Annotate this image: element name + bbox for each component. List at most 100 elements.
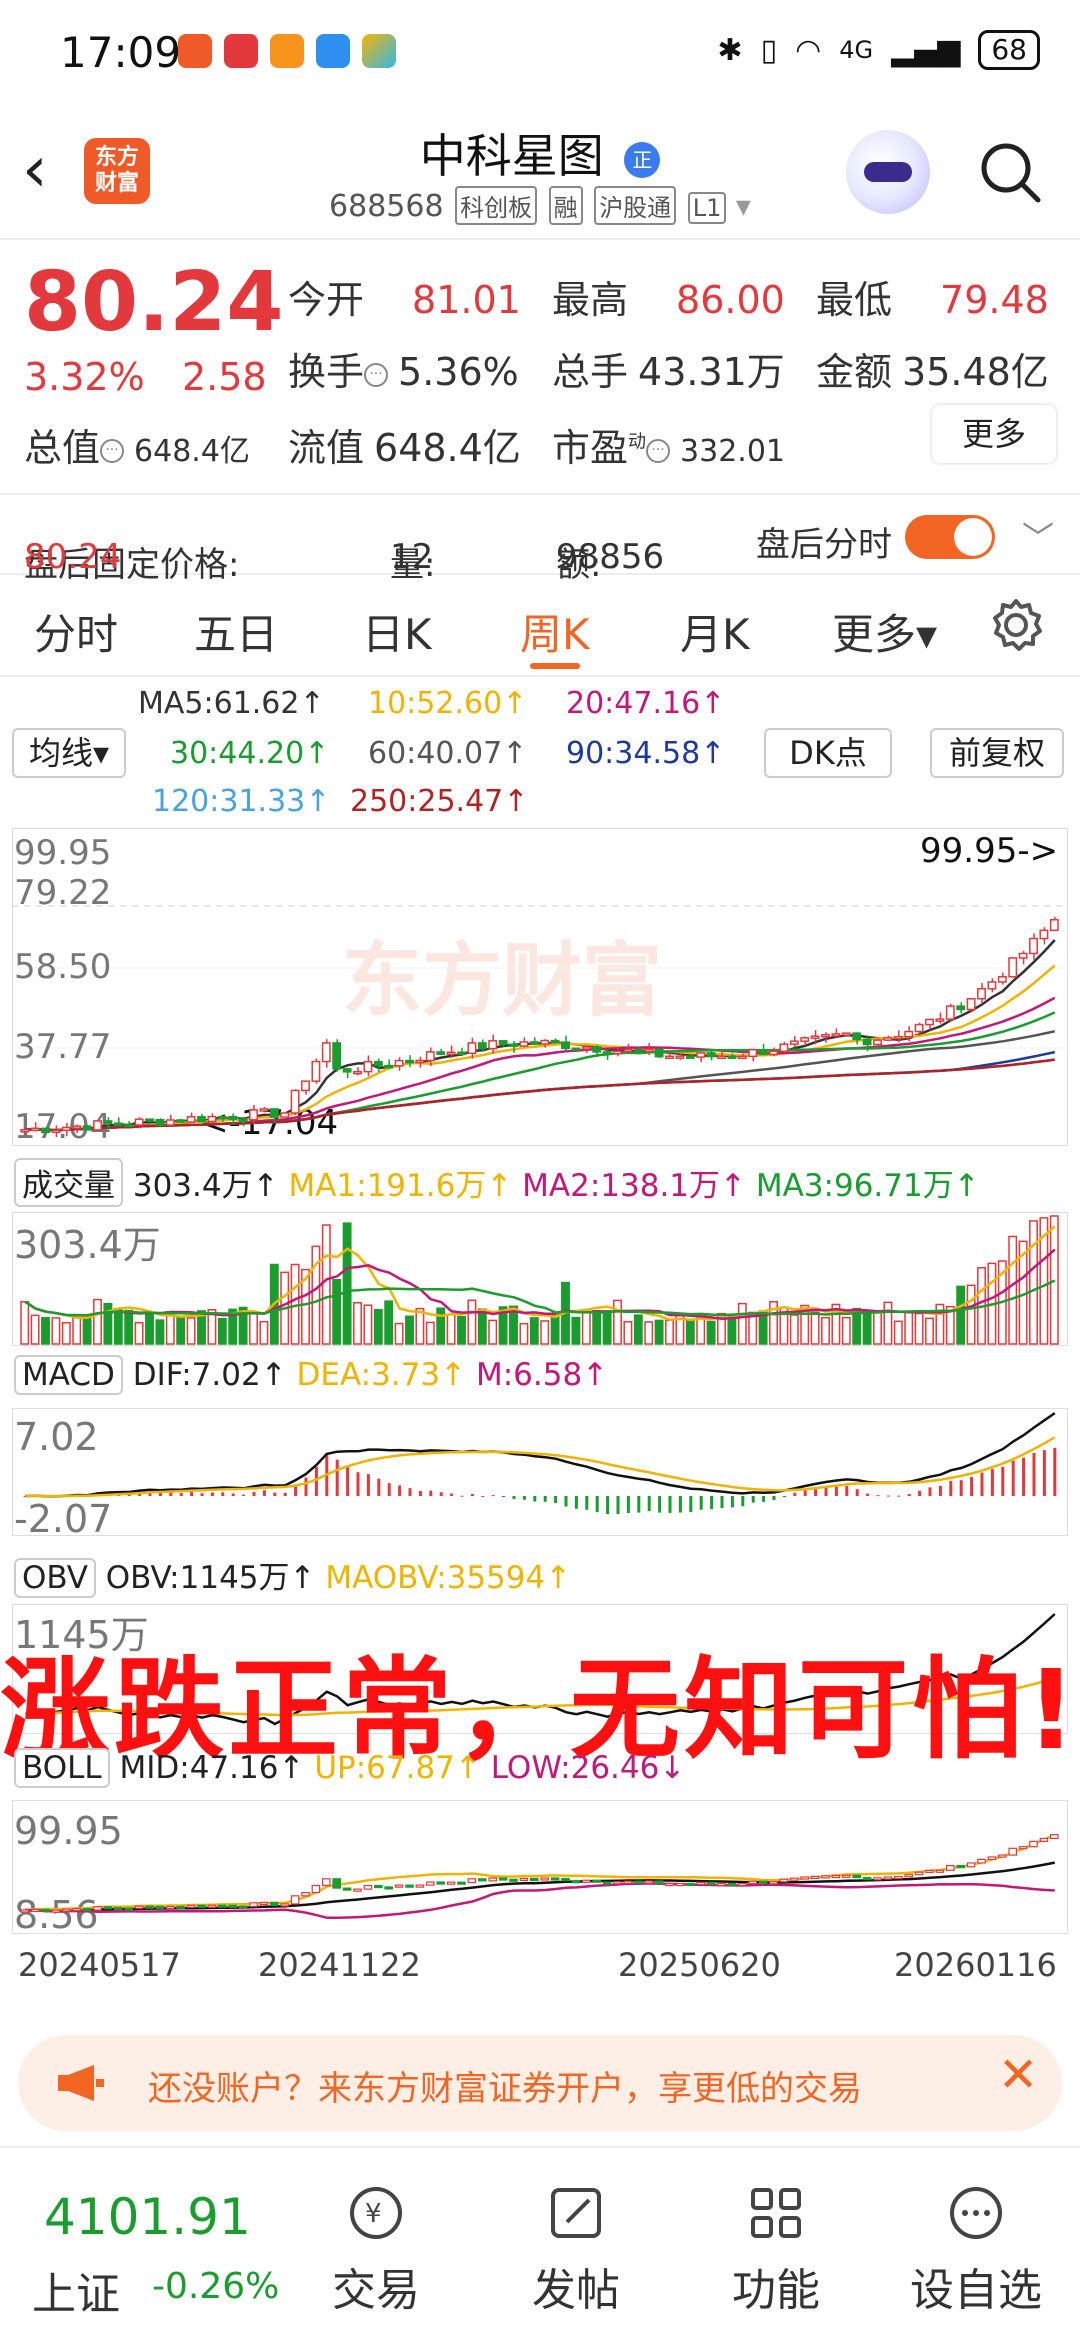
app-notification-icon (224, 34, 258, 68)
candle-body (1008, 957, 1018, 978)
boll-candle (405, 1884, 414, 1888)
tab-monthly-k[interactable]: 月K (680, 601, 750, 662)
macd-bar (990, 1469, 994, 1496)
status-right: ✱ ▯ ◠ 4G ▂▄▆ 68 (717, 30, 1040, 70)
candle-body (800, 1037, 810, 1042)
more-button[interactable]: 更多 (932, 405, 1056, 463)
volume-svg[interactable]: 303.4万 (11, 1211, 1069, 1347)
macd-bar (262, 1490, 266, 1496)
search-icon[interactable] (978, 140, 1042, 204)
macd-svg[interactable]: 7.02 -2.07 (11, 1407, 1069, 1541)
macd-bar (1022, 1457, 1026, 1496)
boll-candle (332, 1878, 342, 1889)
candle-body (61, 1126, 71, 1131)
nav-trade[interactable]: ¥ 交易 (306, 2182, 446, 2318)
macd-bar (585, 1496, 589, 1510)
nav-functions[interactable]: 功能 (706, 2182, 846, 2318)
dk-point-button[interactable]: DK点 (764, 728, 892, 778)
boll-candle (685, 1882, 695, 1887)
boll-candle (342, 1887, 352, 1891)
close-icon[interactable]: ✕ (998, 2051, 1038, 2099)
boll-candle (478, 1878, 487, 1882)
candle-body (124, 1123, 134, 1128)
volume-bar (186, 1317, 196, 1345)
volume-bar (633, 1314, 643, 1345)
boll-candle (841, 1874, 851, 1878)
boll-svg[interactable]: 99.95 8.56 (11, 1799, 1069, 1937)
open-value: 81.01 (412, 278, 521, 322)
boll-candle (145, 1905, 154, 1909)
candle-body (821, 1034, 830, 1038)
candle-body (72, 1125, 82, 1129)
tab-five-day[interactable]: 五日 (194, 601, 278, 662)
volume-bar (405, 1315, 414, 1345)
candle-body (654, 1048, 664, 1058)
boll-candle (873, 1877, 882, 1881)
stock-badge-icon: 正 (624, 141, 661, 178)
svg-text:¥: ¥ (365, 2199, 382, 2229)
gear-icon[interactable] (988, 597, 1044, 653)
tab-minute[interactable]: 分时 (34, 601, 118, 662)
macd-bar (460, 1495, 464, 1497)
volume-bar (384, 1300, 394, 1345)
after-hours-toggle[interactable] (905, 515, 995, 559)
boll-candle (977, 1858, 986, 1864)
volume-bar (685, 1320, 695, 1345)
boll-candle (706, 1881, 716, 1885)
boll-chart[interactable]: 99.95 8.56 (11, 1799, 1069, 1937)
macd-bar (959, 1480, 963, 1496)
nav-post[interactable]: 发帖 (506, 2182, 646, 2318)
assistant-robot-icon[interactable] (846, 130, 930, 214)
volume-ma3: MA3:96.71万↑ (755, 1168, 980, 1204)
adjust-forward-button[interactable]: 前复权 (930, 728, 1064, 778)
boll-candle (883, 1876, 893, 1880)
candle-body (945, 1005, 955, 1020)
chart-period-tabs: 分时 五日 日K 周K 月K 更多▾ (0, 577, 1080, 677)
boll-selector[interactable]: BOLL (14, 1748, 110, 1788)
nav-watchlist[interactable]: 设自选 (906, 2182, 1046, 2318)
nav-post-label: 发帖 (532, 2265, 620, 2316)
obv-selector[interactable]: OBV (14, 1558, 96, 1598)
volume-bar (41, 1317, 50, 1345)
tab-daily-k[interactable]: 日K (362, 601, 432, 662)
macd-dif: DIF:7.02↑ (132, 1357, 287, 1393)
volume-bar (488, 1319, 498, 1345)
kline-svg[interactable]: 东方财富 99.95 79.22 58.50 37.77 17.04 99.95… (11, 827, 1069, 1147)
candle-body (571, 1047, 581, 1051)
candle-body (675, 1055, 685, 1059)
candle-body (956, 1005, 966, 1011)
volume-bar (373, 1308, 383, 1345)
candle-body (561, 1041, 570, 1049)
boll-candle (997, 1854, 1007, 1858)
chevron-down-icon[interactable]: ﹀ (1022, 513, 1054, 559)
info-dots-icon[interactable]: ··· (364, 362, 389, 387)
boll-candle (186, 1904, 196, 1908)
info-dots-icon[interactable]: ··· (646, 438, 671, 463)
macd-chart[interactable]: 7.02 -2.07 (11, 1407, 1069, 1541)
kline-chart[interactable]: 东方财富 99.95 79.22 58.50 37.77 17.04 99.95… (11, 827, 1069, 1147)
info-dots-icon[interactable]: ··· (100, 438, 125, 463)
wifi-icon: ◠ (795, 32, 822, 68)
candle-body (457, 1051, 466, 1056)
change-percent: 3.32% (24, 355, 145, 399)
boll-candle (561, 1877, 570, 1882)
macd-bar (450, 1493, 454, 1496)
volume-bar (425, 1321, 435, 1345)
tab-weekly-k[interactable]: 周K (520, 601, 590, 662)
volume-bar (550, 1315, 560, 1345)
boll-candle (290, 1895, 300, 1905)
boll-candle (956, 1865, 966, 1869)
boll-candle (529, 1877, 539, 1882)
macd-bar (626, 1496, 630, 1514)
volume-chart[interactable]: 303.4万 (11, 1211, 1069, 1347)
tab-more[interactable]: 更多▾ (832, 601, 937, 662)
macd-bar (606, 1496, 610, 1515)
candle-body (394, 1059, 404, 1067)
ma-selector[interactable]: 均线▾ (12, 728, 126, 778)
volume-bar (623, 1321, 633, 1345)
account-ad-banner[interactable]: 还没账户？来东方财富证券开户，享更低的交易 ✕ (18, 2035, 1062, 2131)
candle-body (935, 1018, 945, 1022)
volume-selector[interactable]: 成交量 (14, 1158, 123, 1207)
macd-selector[interactable]: MACD (14, 1355, 123, 1395)
ma60-label: 60:40.07↑ (368, 736, 528, 771)
